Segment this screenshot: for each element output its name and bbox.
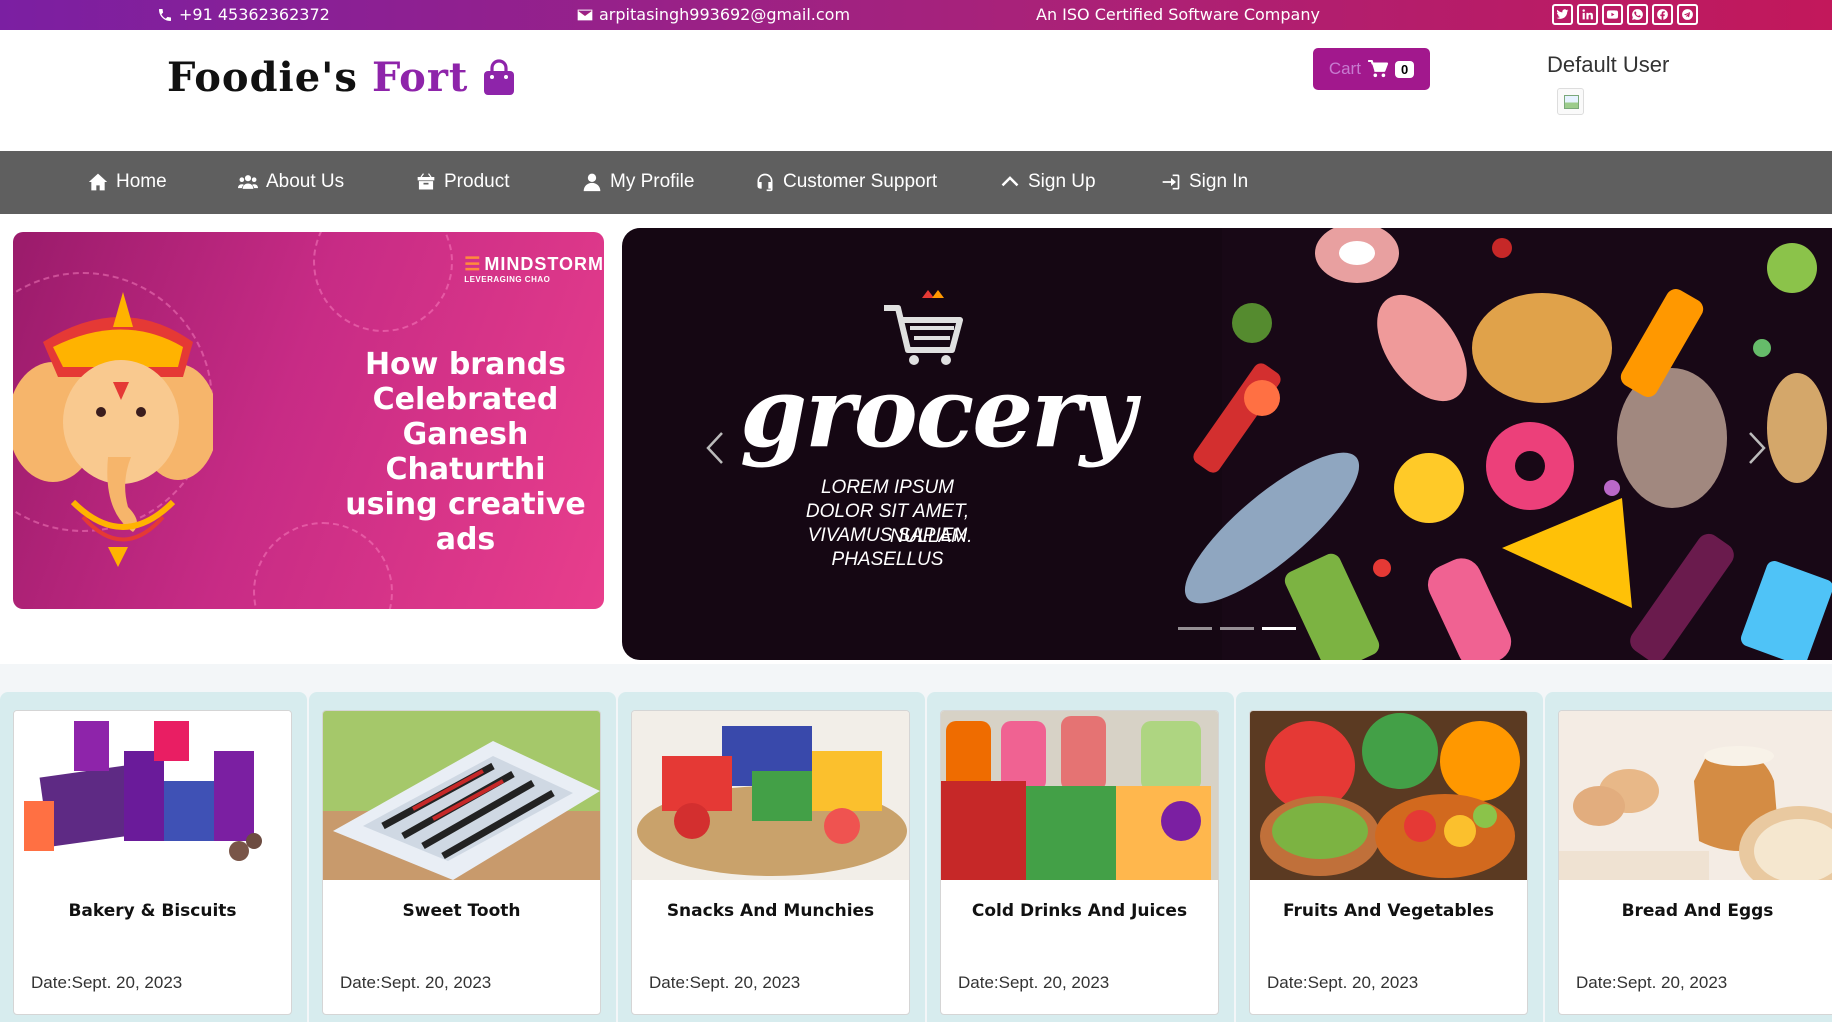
nav-item-sign-up[interactable]: Sign Up xyxy=(1000,171,1096,193)
nav-label-sign-up: Sign Up xyxy=(1028,171,1096,192)
whatsapp-icon[interactable] xyxy=(1627,4,1648,25)
home-icon xyxy=(88,173,108,191)
social-links xyxy=(1552,4,1698,25)
company-tagline: An ISO Certified Software Company xyxy=(1036,5,1320,24)
main-navigation: Home About Us Product My Profile Custome… xyxy=(0,151,1832,214)
phone-icon xyxy=(159,8,171,21)
category-card[interactable]: Sweet Tooth Date:Sept. 20, 2023 xyxy=(322,710,601,1015)
ganesh-illustration xyxy=(13,292,213,567)
nav-item-sign-in[interactable]: Sign In xyxy=(1161,171,1248,193)
twitter-icon[interactable] xyxy=(1552,4,1573,25)
cart-logo-icon xyxy=(884,290,963,365)
headline-line: How brands xyxy=(364,347,567,382)
cart-count-badge: 0 xyxy=(1394,60,1415,78)
category-name: Bread And Eggs xyxy=(1621,901,1774,921)
user-avatar[interactable] xyxy=(1557,88,1584,115)
promo-banner[interactable]: ☰ MINDSTORM LEVERAGING CHAO How brands Ce… xyxy=(13,232,604,609)
nav-item-my-profile[interactable]: My Profile xyxy=(582,171,694,193)
category-name: Sweet Tooth xyxy=(402,901,521,921)
shopping-cart-icon xyxy=(1368,60,1389,78)
email-contact[interactable]: arpitasingh993692@gmail.com xyxy=(577,5,850,24)
logo-text-foodies: Foodie's xyxy=(167,54,358,101)
headline-line: Ganesh Chaturthi xyxy=(385,417,546,487)
category-date: Date:Sept. 20, 2023 xyxy=(649,973,801,992)
carousel-indicator[interactable] xyxy=(1262,627,1296,630)
category-card[interactable]: Bread And Eggs Date:Sept. 20, 2023 xyxy=(1558,710,1832,1015)
phone-number: +91 45362362372 xyxy=(179,5,330,24)
box-icon xyxy=(417,173,435,190)
user-icon xyxy=(583,173,601,192)
bread-eggs-image xyxy=(1559,711,1832,880)
headline-line: using creative ads xyxy=(345,487,586,557)
category-date: Date:Sept. 20, 2023 xyxy=(1267,973,1419,992)
snacks-munchies-image xyxy=(632,711,909,880)
nav-item-customer-support[interactable]: Customer Support xyxy=(755,171,937,193)
subtitle-line: LOREM IPSUM DOLOR SIT AMET, xyxy=(805,477,970,522)
carousel-title: grocery xyxy=(740,356,1136,469)
chevron-up-icon xyxy=(1001,176,1019,187)
banner-headline: How brands Celebrated Ganesh Chaturthi u… xyxy=(328,347,603,557)
youtube-icon[interactable] xyxy=(1602,4,1623,25)
category-card[interactable]: Bakery & Biscuits Date:Sept. 20, 2023 xyxy=(13,710,292,1015)
linkedin-icon[interactable] xyxy=(1577,4,1598,25)
cold-drinks-juices-image xyxy=(941,711,1218,880)
nav-item-home[interactable]: Home xyxy=(88,171,167,193)
telegram-icon[interactable] xyxy=(1677,4,1698,25)
facebook-icon[interactable] xyxy=(1652,4,1673,25)
category-name: Cold Drinks And Juices xyxy=(971,901,1188,921)
nav-label-sign-in: Sign In xyxy=(1189,171,1249,192)
sign-in-icon xyxy=(1162,174,1180,190)
envelope-icon xyxy=(577,9,593,20)
brand-name: MINDSTORM xyxy=(484,254,604,274)
carousel-prev-icon[interactable] xyxy=(702,428,732,468)
email-address: arpitasingh993692@gmail.com xyxy=(599,5,851,24)
category-date: Date:Sept. 20, 2023 xyxy=(958,973,1110,992)
nav-item-about-us[interactable]: About Us xyxy=(238,171,344,193)
site-header: Foodie's Fort Cart 0 Default User xyxy=(0,30,1832,151)
category-name: Bakery & Biscuits xyxy=(68,901,237,921)
category-card[interactable]: Cold Drinks And Juices Date:Sept. 20, 20… xyxy=(940,710,1219,1015)
category-date: Date:Sept. 20, 2023 xyxy=(340,973,492,992)
brand-subtitle: LEVERAGING CHAO xyxy=(464,275,551,284)
top-info-bar: +91 45362362372 arpitasingh993692@gmail.… xyxy=(0,0,1832,30)
nav-label-customer-support: Customer Support xyxy=(783,171,938,192)
nav-label-product: Product xyxy=(444,171,510,192)
hero-carousel[interactable]: grocery LOREM IPSUM DOLOR SIT AMET, VIVA… xyxy=(622,228,1832,660)
category-date: Date:Sept. 20, 2023 xyxy=(31,973,183,992)
mindstorm-logo: ☰ MINDSTORM LEVERAGING CHAO xyxy=(464,254,604,284)
shopping-bag-icon xyxy=(484,58,515,95)
subtitle-line: NULLAM. xyxy=(890,526,973,547)
users-icon xyxy=(238,175,258,189)
carousel-subtitle: LOREM IPSUM DOLOR SIT AMET, VIVAMUS SAPI… xyxy=(790,476,985,572)
carousel-indicator[interactable] xyxy=(1178,627,1212,630)
headline-line: Celebrated xyxy=(372,382,559,417)
cart-button[interactable]: Cart 0 xyxy=(1313,48,1430,90)
logo-text-fort: Fort xyxy=(371,54,469,101)
nav-label-my-profile: My Profile xyxy=(610,171,695,192)
category-card[interactable]: Snacks And Munchies Date:Sept. 20, 2023 xyxy=(631,710,910,1015)
carousel-indicator[interactable] xyxy=(1220,627,1254,630)
tagline-text: An ISO Certified Software Company xyxy=(1036,5,1320,24)
category-card[interactable]: Fruits And Vegetables Date:Sept. 20, 202… xyxy=(1249,710,1528,1015)
bakery-biscuits-image xyxy=(14,711,291,880)
fruits-vegetables-image xyxy=(1250,711,1527,880)
sweet-tooth-image xyxy=(323,711,600,880)
cart-label: Cart xyxy=(1328,59,1361,78)
phone-contact[interactable]: +91 45362362372 xyxy=(157,5,330,24)
nav-item-product[interactable]: Product xyxy=(416,171,509,193)
user-name[interactable]: Default User xyxy=(1547,52,1669,78)
headset-icon xyxy=(757,173,773,192)
carousel-indicators xyxy=(1178,627,1296,630)
site-logo[interactable]: Foodie's Fort xyxy=(167,54,516,101)
carousel-next-icon[interactable] xyxy=(1740,428,1770,468)
nav-label-home: Home xyxy=(116,171,167,192)
category-name: Fruits And Vegetables xyxy=(1282,901,1495,921)
category-date: Date:Sept. 20, 2023 xyxy=(1576,973,1728,992)
nav-label-about-us: About Us xyxy=(266,171,345,192)
mandala-decoration xyxy=(313,232,453,332)
category-name: Snacks And Munchies xyxy=(666,901,875,921)
